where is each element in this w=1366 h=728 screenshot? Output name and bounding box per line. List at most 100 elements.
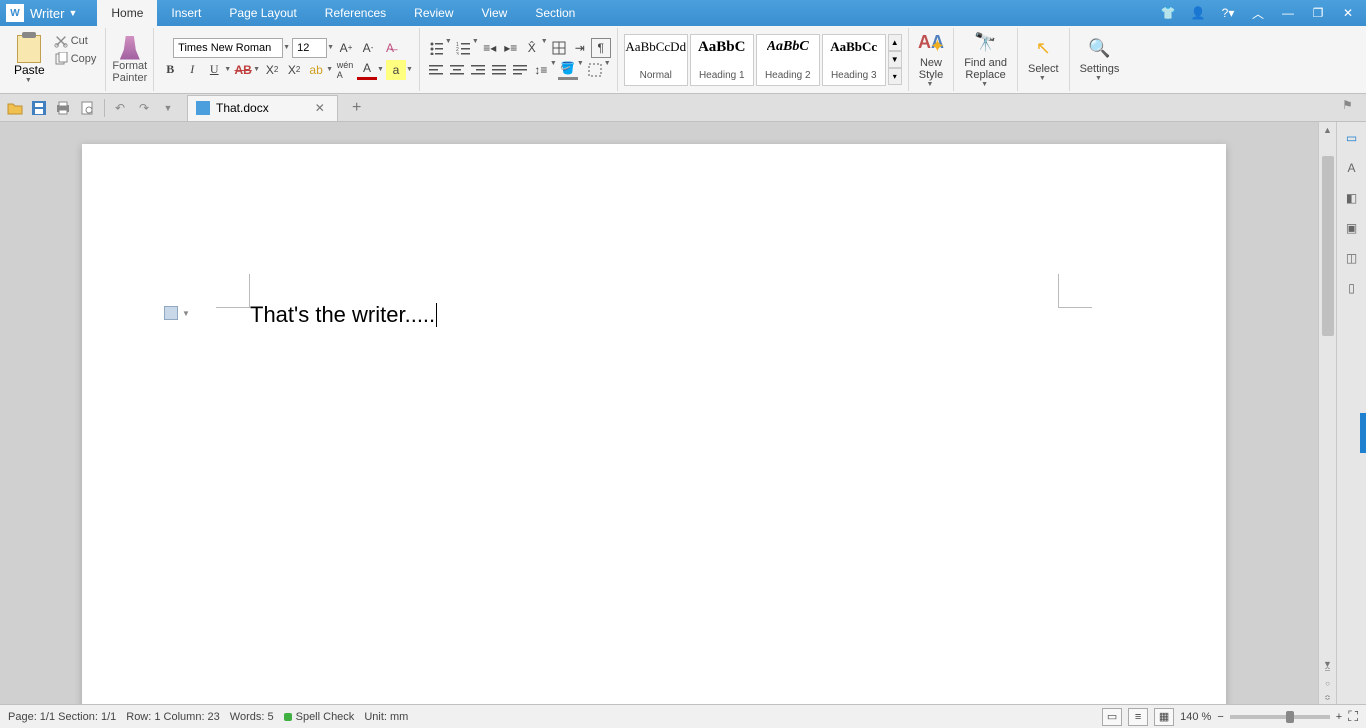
tab-page-layout[interactable]: Page Layout: [215, 0, 310, 26]
collapse-ribbon-icon[interactable]: ︿: [1250, 5, 1266, 21]
print-button[interactable]: [52, 97, 74, 119]
status-words[interactable]: Words: 5: [230, 711, 274, 723]
fit-page-button[interactable]: ⛶: [1348, 708, 1358, 725]
tab-home[interactable]: Home: [97, 0, 157, 26]
close-tab-button[interactable]: ✕: [315, 101, 329, 115]
align-center-button[interactable]: [447, 60, 467, 80]
phonetic-button[interactable]: wénA: [335, 60, 355, 80]
settings-button[interactable]: 🔍 Settings▼: [1076, 35, 1124, 85]
save-button[interactable]: [28, 97, 50, 119]
redo-button[interactable]: ↷: [133, 97, 155, 119]
tab-settings-button[interactable]: ⇥: [570, 38, 590, 58]
help-icon[interactable]: ?▾: [1220, 5, 1236, 21]
next-page-icon[interactable]: ≎: [1319, 690, 1336, 704]
align-distribute-button[interactable]: [510, 60, 530, 80]
strikethrough-button[interactable]: AB: [233, 60, 253, 80]
cut-button[interactable]: Cut: [51, 33, 100, 49]
underline-button[interactable]: U: [204, 60, 224, 80]
paragraph-handle[interactable]: ▼: [164, 306, 190, 320]
new-style-button[interactable]: AA✦ New Style▼: [915, 29, 947, 91]
tab-review[interactable]: Review: [400, 0, 467, 26]
subscript-button[interactable]: X2: [262, 60, 282, 80]
zoom-out-button[interactable]: −: [1217, 711, 1223, 723]
tab-section[interactable]: Section: [521, 0, 589, 26]
page[interactable]: ▼ That's the writer.....: [82, 144, 1226, 704]
copy-button[interactable]: Copy: [51, 51, 100, 67]
zoom-handle[interactable]: [1286, 711, 1294, 723]
tab-options-icon[interactable]: ⚑: [1342, 98, 1362, 118]
restore-icon[interactable]: ❐: [1310, 5, 1326, 21]
shading-button[interactable]: 🪣: [558, 60, 578, 80]
view-page-button[interactable]: ▭: [1102, 708, 1122, 726]
line-spacing-button[interactable]: ↕≡: [531, 60, 551, 80]
change-case-button[interactable]: ab: [306, 60, 326, 80]
shirt-icon[interactable]: 👕: [1160, 5, 1176, 21]
font-size-input[interactable]: [292, 38, 327, 58]
new-tab-button[interactable]: +: [346, 97, 368, 119]
vertical-scrollbar[interactable]: ▲ ▼ ≏ ○ ≎: [1318, 122, 1336, 704]
numbering-button[interactable]: 123: [453, 38, 473, 58]
pane-style-icon[interactable]: A: [1342, 158, 1362, 178]
grow-font-button[interactable]: A+: [336, 38, 356, 58]
status-page[interactable]: Page: 1/1 Section: 1/1: [8, 711, 116, 723]
browse-object-icon[interactable]: ○: [1319, 676, 1336, 690]
pane-select-icon[interactable]: ◧: [1342, 188, 1362, 208]
style-heading3[interactable]: AaBbCcHeading 3: [822, 34, 886, 86]
pane-backup-icon[interactable]: ▯: [1342, 278, 1362, 298]
sidebar-collapse-handle[interactable]: [1360, 413, 1366, 453]
superscript-button[interactable]: X2: [284, 60, 304, 80]
style-heading1[interactable]: AaBbCHeading 1: [690, 34, 754, 86]
view-web-button[interactable]: ▦: [1154, 708, 1174, 726]
undo-button[interactable]: ↶: [109, 97, 131, 119]
format-painter-button[interactable]: Format Painter: [112, 36, 147, 84]
status-unit[interactable]: Unit: mm: [364, 711, 408, 723]
app-menu-dropdown[interactable]: ▼: [68, 8, 77, 18]
zoom-slider[interactable]: [1230, 715, 1330, 719]
font-name-dropdown[interactable]: ▼: [283, 44, 290, 51]
font-color-button[interactable]: A: [357, 60, 377, 80]
status-spellcheck[interactable]: Spell Check: [284, 711, 355, 723]
bold-button[interactable]: B: [160, 60, 180, 80]
view-outline-button[interactable]: ≡: [1128, 708, 1148, 726]
italic-button[interactable]: I: [182, 60, 202, 80]
pane-clipboard-icon[interactable]: ▣: [1342, 218, 1362, 238]
open-button[interactable]: [4, 97, 26, 119]
document-content[interactable]: That's the writer.....: [250, 302, 437, 328]
styles-more-icon[interactable]: ▾: [888, 68, 902, 85]
font-size-dropdown[interactable]: ▼: [327, 44, 334, 51]
close-icon[interactable]: ✕: [1340, 5, 1356, 21]
font-name-input[interactable]: [173, 38, 283, 58]
styles-down-icon[interactable]: ▼: [888, 51, 902, 68]
user-icon[interactable]: 👤: [1190, 5, 1206, 21]
tab-insert[interactable]: Insert: [157, 0, 215, 26]
table-button[interactable]: [549, 38, 569, 58]
select-button[interactable]: ↖ Select▼: [1024, 35, 1063, 85]
qat-dropdown[interactable]: ▼: [157, 97, 179, 119]
tab-view[interactable]: View: [468, 0, 522, 26]
align-right-button[interactable]: [468, 60, 488, 80]
print-preview-button[interactable]: [76, 97, 98, 119]
document-tab[interactable]: That.docx ✕: [187, 95, 338, 121]
shrink-font-button[interactable]: A-: [358, 38, 378, 58]
clear-format-button[interactable]: A̶: [380, 38, 400, 58]
highlight-button[interactable]: a: [386, 60, 406, 80]
style-normal[interactable]: AaBbCcDdNormal: [624, 34, 688, 86]
minimize-icon[interactable]: —: [1280, 5, 1296, 21]
align-left-button[interactable]: [426, 60, 446, 80]
show-para-button[interactable]: ¶: [591, 38, 611, 58]
asian-layout-button[interactable]: X̂: [522, 38, 542, 58]
tab-references[interactable]: References: [311, 0, 400, 26]
find-replace-button[interactable]: 🔭 Find and Replace▼: [960, 29, 1011, 91]
styles-up-icon[interactable]: ▲: [888, 34, 902, 51]
decrease-indent-button[interactable]: ≡◂: [480, 38, 500, 58]
scroll-thumb[interactable]: [1322, 156, 1334, 336]
pane-navigation-icon[interactable]: ▭: [1342, 128, 1362, 148]
style-heading2[interactable]: AaBbCHeading 2: [756, 34, 820, 86]
zoom-in-button[interactable]: +: [1336, 711, 1342, 723]
align-justify-button[interactable]: [489, 60, 509, 80]
pane-properties-icon[interactable]: ◫: [1342, 248, 1362, 268]
borders-button[interactable]: [585, 60, 605, 80]
bullets-button[interactable]: [426, 38, 446, 58]
status-row-col[interactable]: Row: 1 Column: 23: [126, 711, 220, 723]
prev-page-icon[interactable]: ≏: [1319, 662, 1336, 676]
